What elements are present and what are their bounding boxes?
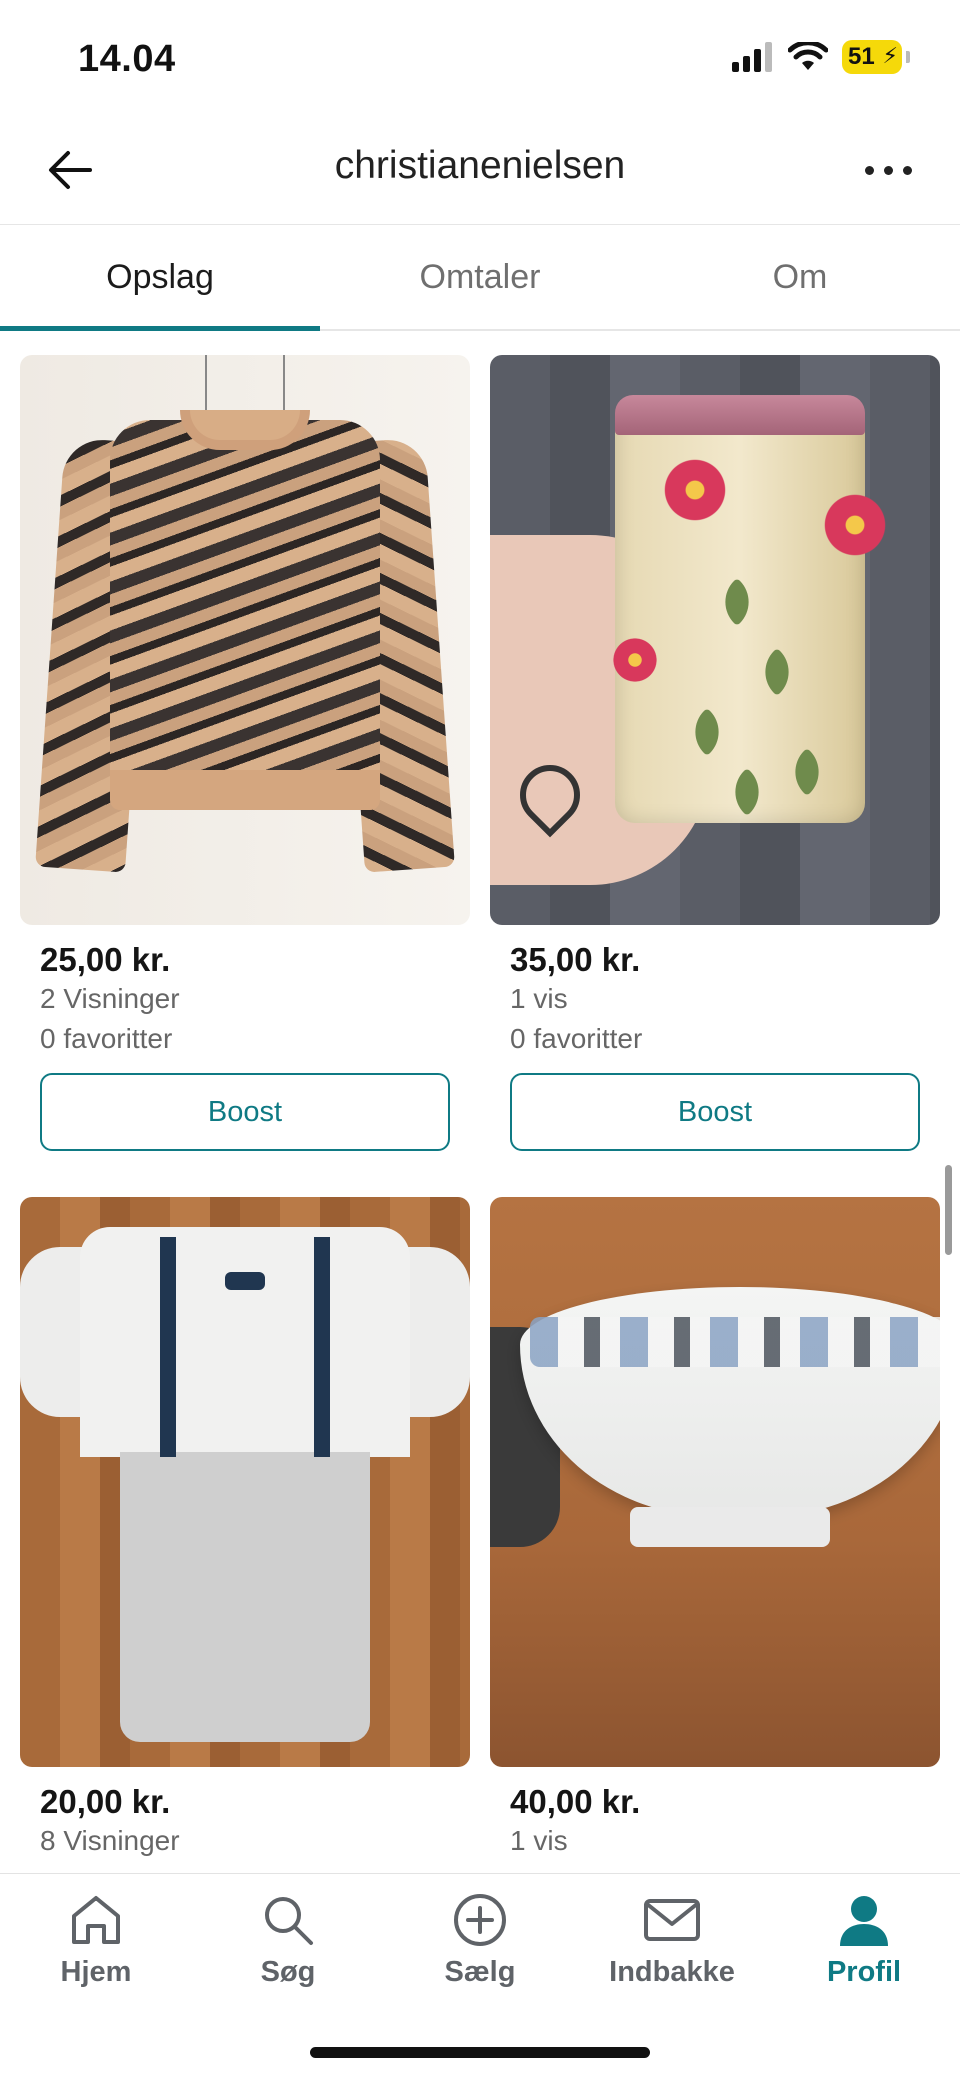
tab-opslag[interactable]: Opslag — [0, 225, 320, 331]
tab-om[interactable]: Om — [640, 225, 960, 329]
nav-profile[interactable]: Profil — [768, 1888, 960, 2004]
nav-inbox-label: Indbakke — [609, 1956, 735, 1988]
listing-price: 20,00 kr. — [40, 1783, 171, 1820]
home-indicator — [310, 2047, 650, 2058]
tin-lid — [615, 395, 865, 435]
nav-search-label: Søg — [260, 1956, 316, 1988]
plus-circle-icon — [454, 1894, 506, 1946]
nav-home-label: Hjem — [60, 1956, 132, 1988]
profile-icon — [840, 1896, 888, 1946]
flower — [820, 490, 890, 560]
sweater-image — [35, 410, 455, 890]
more-dot — [864, 165, 874, 175]
wifi-icon — [788, 42, 828, 70]
more-dot — [902, 165, 912, 175]
flower — [660, 455, 730, 525]
signal-icon — [732, 42, 772, 72]
nav-inbox[interactable]: Indbakke — [576, 1888, 768, 2004]
listing-favorites: 0 favoritter — [510, 1023, 643, 1054]
listing-views: 8 Visninger — [40, 1825, 180, 1856]
listing-photo-tin[interactable] — [490, 355, 940, 925]
nav-sell-label: Sælg — [444, 1956, 516, 1988]
nav-search[interactable]: Søg — [192, 1888, 384, 2004]
hanger — [205, 355, 285, 410]
listing-card[interactable]: 20,00 kr. 8 Visninger — [20, 1197, 470, 1861]
listing-favorites: 0 favoritter — [40, 1023, 173, 1054]
status-icons: 51 ⚡ — [732, 40, 910, 74]
profile-tabs: Opslag Omtaler Om — [0, 225, 960, 331]
more-options-button[interactable] — [852, 140, 924, 200]
nav-home[interactable]: Hjem — [0, 1888, 192, 2004]
battery-icon: 51 ⚡ — [842, 40, 902, 74]
romper-shirt — [80, 1227, 410, 1457]
tab-omtaler[interactable]: Omtaler — [320, 225, 640, 329]
listing-price: 35,00 kr. — [510, 941, 641, 978]
nav-profile-label: Profil — [826, 1956, 902, 1988]
boost-button[interactable]: Boost — [40, 1073, 450, 1151]
boost-button[interactable]: Boost — [510, 1073, 920, 1151]
battery-cap — [906, 51, 910, 63]
search-icon — [265, 1897, 313, 1945]
listing-views: 1 vis — [510, 983, 568, 1014]
profile-header: christianenielsen — [0, 110, 960, 225]
listing-photo-romper[interactable] — [20, 1197, 470, 1767]
bow-tie — [225, 1272, 265, 1290]
home-icon — [72, 1896, 120, 1944]
charging-icon: ⚡ — [882, 43, 898, 68]
listing-photo-bowl[interactable] — [490, 1197, 940, 1767]
page-title: christianenielsen — [334, 144, 626, 187]
listing-views: 1 vis — [510, 1825, 568, 1856]
mail-icon — [644, 1899, 700, 1941]
listing-photo-sweater[interactable] — [20, 355, 470, 925]
listing-views: 2 Visninger — [40, 983, 180, 1014]
flower — [610, 635, 660, 685]
romper-pants — [120, 1452, 370, 1742]
listing-price: 25,00 kr. — [40, 941, 171, 978]
listing-price: 40,00 kr. — [510, 1783, 641, 1820]
status-bar: 14.04 51 ⚡ — [0, 0, 960, 110]
status-time: 14.04 — [78, 38, 176, 80]
bowl-pattern — [530, 1317, 940, 1367]
listing-card[interactable]: 40,00 kr. 1 vis — [490, 1197, 940, 1861]
more-dot — [883, 165, 893, 175]
bottom-navigation: Hjem Søg Sælg Indbakke Profil — [0, 1873, 960, 2078]
listing-card[interactable]: 35,00 kr. 1 vis 0 favoritter Boost — [490, 355, 940, 1151]
nav-sell[interactable]: Sælg — [384, 1888, 576, 2004]
scrollbar[interactable] — [945, 1165, 952, 1255]
battery-level: 51 — [848, 43, 875, 70]
listings-grid: 25,00 kr. 2 Visninger 0 favoritter Boost… — [20, 355, 940, 1875]
listing-card[interactable]: 25,00 kr. 2 Visninger 0 favoritter Boost — [20, 355, 470, 1151]
